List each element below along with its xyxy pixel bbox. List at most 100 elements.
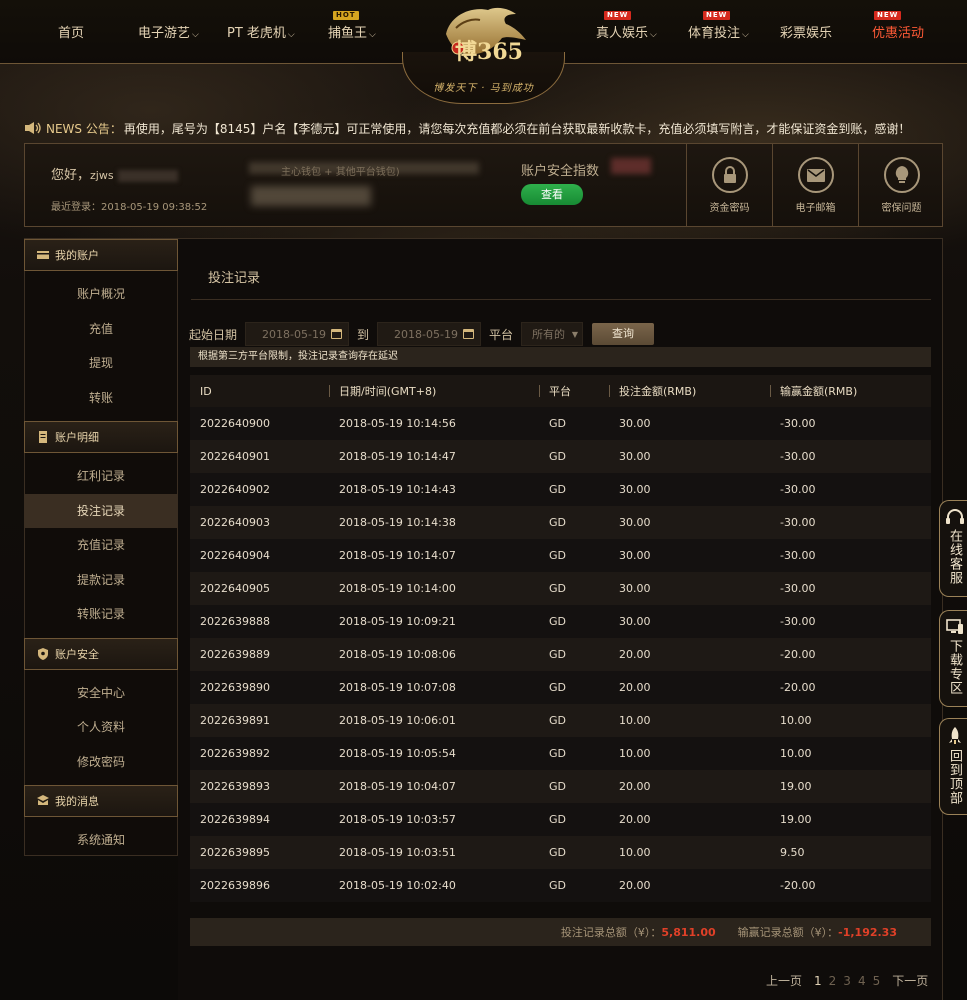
news-label: NEWS 公告： bbox=[46, 121, 122, 136]
column-header-datetime: 日期/时间(GMT+8) bbox=[329, 375, 539, 407]
query-button[interactable]: 查询 bbox=[592, 323, 655, 345]
sidebar-item-change-password[interactable]: 修改密码 bbox=[25, 745, 177, 780]
nav-sports[interactable]: 体育投注 ⌵ bbox=[688, 22, 749, 41]
cell-win-loss: -20.00 bbox=[770, 638, 931, 671]
fund-password-box[interactable]: 资金密码 bbox=[686, 143, 772, 227]
cell-platform: GD bbox=[539, 803, 609, 836]
sidebar-item-deposit-records[interactable]: 充值记录 bbox=[25, 528, 177, 563]
sidebar-item-profile[interactable]: 个人资料 bbox=[25, 710, 177, 745]
nav-fishing-label: 捕鱼王 bbox=[328, 26, 368, 41]
security-question-box[interactable]: 密保问题 bbox=[858, 143, 944, 227]
sidebar-item-withdrawal-records[interactable]: 提款记录 bbox=[25, 563, 177, 598]
sidebar-item-transfer[interactable]: 转账 bbox=[25, 381, 177, 416]
view-security-button[interactable]: 查看 bbox=[521, 184, 583, 205]
cell-platform: GD bbox=[539, 440, 609, 473]
start-date-input[interactable]: 2018-05-19 bbox=[245, 322, 350, 346]
cell-bet-amount: 20.00 bbox=[609, 869, 770, 902]
cell-datetime: 2018-05-19 10:07:08 bbox=[329, 671, 539, 704]
nav-lottery[interactable]: 彩票娱乐 bbox=[780, 22, 832, 41]
table-row: 2022639894 2018-05-19 10:03:57 GD 20.00 19.0… bbox=[190, 803, 931, 836]
delay-notice: 根据第三方平台限制，投注记录查询存在延迟 bbox=[190, 347, 931, 367]
shield-icon bbox=[38, 647, 48, 660]
cell-id: 2022639889 bbox=[190, 638, 329, 671]
table-body: 2022640900 2018-05-19 10:14:56 GD 30.00 -30.… bbox=[190, 407, 931, 902]
cell-win-loss: -20.00 bbox=[770, 671, 931, 704]
sidebar-item-bonus-records[interactable]: 红利记录 bbox=[25, 459, 177, 494]
cell-datetime: 2018-05-19 10:14:47 bbox=[329, 440, 539, 473]
dropdown-arrow-icon: ▼ bbox=[571, 329, 579, 339]
nav-live-label: 真人娱乐 bbox=[596, 26, 649, 41]
cell-bet-amount: 30.00 bbox=[609, 605, 770, 638]
start-date-label: 起始日期 bbox=[189, 327, 238, 342]
cell-platform: GD bbox=[539, 869, 609, 902]
email-box[interactable]: 电子邮箱 bbox=[772, 143, 858, 227]
online-support-tab[interactable]: 在线客服 bbox=[939, 500, 967, 597]
download-tab[interactable]: 下载专区 bbox=[939, 610, 967, 707]
nav-promotions[interactable]: 优惠活动 bbox=[872, 22, 924, 41]
nav-pt-slots[interactable]: PT 老虎机 ⌵ bbox=[227, 22, 295, 41]
table-row: 2022640904 2018-05-19 10:14:07 GD 30.00 -30.… bbox=[190, 539, 931, 572]
sidebar-section-my-messages[interactable]: 我的消息 bbox=[24, 785, 178, 817]
column-separator bbox=[770, 385, 771, 397]
site-logo[interactable]: 博365 博发天下 · 马到成功 bbox=[402, 0, 565, 104]
next-page-button[interactable]: 下一页 bbox=[892, 972, 928, 989]
sidebar-item-transfer-records[interactable]: 转账记录 bbox=[25, 597, 177, 632]
sidebar-section-title: 账户安全 bbox=[55, 647, 99, 661]
wallet-balance-redacted bbox=[251, 186, 371, 206]
sidebar-item-bet-records[interactable]: 投注记录 bbox=[25, 493, 177, 528]
security-index-redacted bbox=[611, 158, 651, 174]
sidebar-section-account-details[interactable]: 账户明细 bbox=[24, 421, 178, 453]
end-date-input[interactable]: 2018-05-19 bbox=[377, 322, 482, 346]
column-header-id: ID bbox=[190, 375, 329, 407]
document-icon bbox=[39, 431, 47, 443]
page-1[interactable]: 1 bbox=[814, 974, 822, 988]
table-row: 2022640903 2018-05-19 10:14:38 GD 30.00 -30.… bbox=[190, 506, 931, 539]
sidebar-section-title: 账户明细 bbox=[55, 431, 99, 444]
sidebar-item-overview[interactable]: 账户概况 bbox=[25, 277, 177, 312]
page-3[interactable]: 3 bbox=[843, 974, 851, 988]
cell-id: 2022639890 bbox=[190, 671, 329, 704]
calendar-icon bbox=[331, 329, 343, 339]
chevron-down-icon: ⌵ bbox=[650, 30, 657, 40]
chevron-down-icon: ⌵ bbox=[192, 30, 199, 40]
cell-win-loss: -30.00 bbox=[770, 506, 931, 539]
cell-win-loss: -30.00 bbox=[770, 539, 931, 572]
cell-win-loss: 9.50 bbox=[770, 836, 931, 869]
cell-id: 2022640902 bbox=[190, 473, 329, 506]
sidebar-section-my-account[interactable]: 我的账户 bbox=[24, 239, 178, 271]
page-5[interactable]: 5 bbox=[873, 974, 881, 988]
back-to-top-label: 回到顶部 bbox=[947, 749, 962, 805]
win-total-label: 输赢记录总额（¥）： bbox=[737, 926, 839, 939]
sidebar-item-system-notice[interactable]: 系统通知 bbox=[25, 823, 177, 858]
cell-bet-amount: 30.00 bbox=[609, 407, 770, 440]
greeting-label: 您好， bbox=[51, 168, 91, 183]
sidebar-item-withdraw[interactable]: 提现 bbox=[25, 346, 177, 381]
win-total-value: -1,192.33 bbox=[838, 925, 897, 939]
cell-platform: GD bbox=[539, 770, 609, 803]
page-2[interactable]: 2 bbox=[829, 974, 837, 988]
sidebar: 我的账户 账户概况 充值 提现 转账 账户明细 红利记录 投注记录 充值记录 提… bbox=[24, 238, 178, 856]
page-title: 投注记录 bbox=[208, 271, 261, 286]
page-4[interactable]: 4 bbox=[858, 974, 866, 988]
last-login-time: 2018-05-19 09:38:52 bbox=[101, 202, 208, 213]
nav-home[interactable]: 首页 bbox=[58, 22, 84, 41]
bulb-icon bbox=[883, 157, 920, 193]
back-to-top-tab[interactable]: 回到顶部 bbox=[939, 718, 967, 815]
table-row: 2022640905 2018-05-19 10:14:00 GD 30.00 -30.… bbox=[190, 572, 931, 605]
account-summary: 您好，zjws 最近登录：2018-05-19 09:38:52 主心钱包 + … bbox=[24, 143, 943, 227]
column-header-win-loss: 输赢金额(RMB) bbox=[770, 375, 931, 407]
platform-select[interactable]: 所有的 ▼ bbox=[521, 322, 584, 346]
sidebar-section-account-security[interactable]: 账户安全 bbox=[24, 637, 178, 670]
nav-fishing[interactable]: 捕鱼王 ⌵ bbox=[328, 22, 376, 41]
cell-platform: GD bbox=[539, 638, 609, 671]
sidebar-item-security-center[interactable]: 安全中心 bbox=[25, 676, 177, 711]
sidebar-item-deposit[interactable]: 充值 bbox=[25, 312, 177, 347]
cell-platform: GD bbox=[539, 473, 609, 506]
nav-electronic[interactable]: 电子游艺 ⌵ bbox=[138, 22, 199, 41]
nav-live-casino[interactable]: 真人娱乐 ⌵ bbox=[596, 22, 657, 41]
prev-page-button[interactable]: 上一页 bbox=[766, 972, 802, 989]
cell-id: 2022640900 bbox=[190, 407, 329, 440]
message-icon bbox=[37, 795, 49, 805]
chevron-down-icon: ⌵ bbox=[287, 30, 295, 40]
cell-datetime: 2018-05-19 10:09:21 bbox=[329, 605, 539, 638]
